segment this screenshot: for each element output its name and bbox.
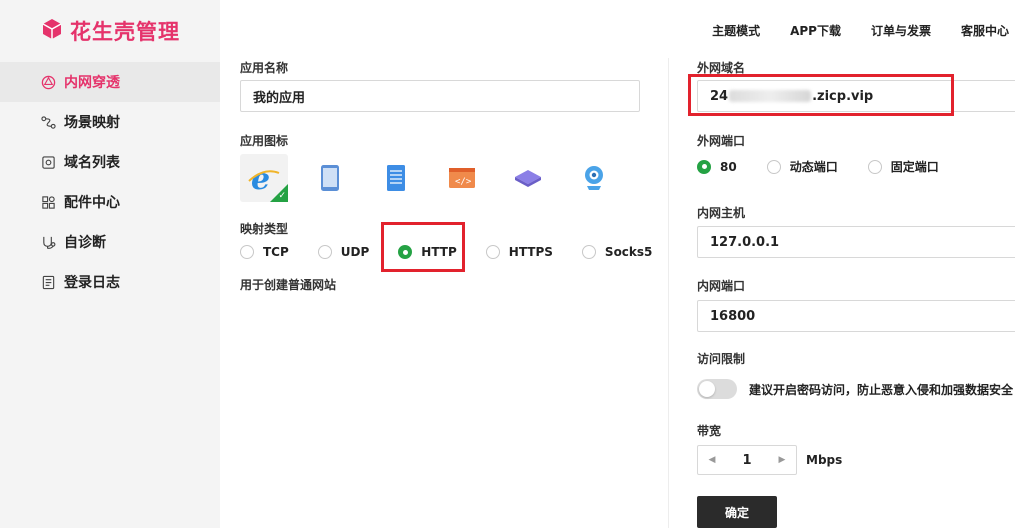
- bandwidth-stepper: ◀ 1 ▶: [697, 445, 797, 475]
- sidebar-item-label: 自诊断: [64, 235, 106, 251]
- mapping-type-https[interactable]: HTTPS: [485, 245, 553, 259]
- top-links: 主题模式 APP下载 订单与发票 客服中心: [712, 22, 1009, 39]
- external-port-group: 80 动态端口 固定端口: [697, 158, 939, 175]
- domain-list-icon: [40, 154, 56, 170]
- orders-invoices-link[interactable]: 订单与发票: [871, 22, 931, 39]
- ie-icon[interactable]: e ✓: [240, 154, 288, 202]
- radio-label: 固定端口: [890, 160, 939, 174]
- mapping-type-hint: 用于创建普通网站: [240, 278, 337, 292]
- log-icon: [40, 274, 56, 290]
- radio-dynamic[interactable]: [766, 159, 781, 174]
- domain-highlight-box: [688, 74, 954, 116]
- check-icon: ✓: [278, 191, 286, 201]
- mapping-type-socks5[interactable]: Socks5: [581, 245, 653, 259]
- server-icon[interactable]: [372, 154, 420, 202]
- sidebar-item-diagnose[interactable]: 自诊断: [0, 222, 220, 262]
- sidebar-nav: 内网穿透 场景映射 域名列表 配件中心 自诊断 登录日志: [0, 62, 220, 302]
- http-highlight-box: [381, 222, 465, 272]
- router-icon[interactable]: [504, 154, 552, 202]
- external-port-fixed[interactable]: 固定端口: [867, 158, 939, 175]
- app-name-input[interactable]: 我的应用: [240, 80, 640, 112]
- mapping-type-udp[interactable]: UDP: [317, 245, 370, 259]
- sidebar: 花生壳管理 内网穿透 场景映射 域名列表 配件中心 自诊断 登录日志: [0, 0, 220, 528]
- app-download-link[interactable]: APP下载: [790, 22, 841, 39]
- bandwidth-row: ◀ 1 ▶ Mbps: [697, 445, 842, 475]
- radio-label: 80: [720, 159, 737, 174]
- radio-udp[interactable]: [317, 245, 332, 259]
- external-port-dynamic[interactable]: 动态端口: [766, 158, 838, 175]
- external-port-80[interactable]: 80: [697, 159, 737, 174]
- sidebar-item-label: 域名列表: [64, 155, 120, 171]
- radio-label: UDP: [340, 245, 370, 259]
- sidebar-item-domain-list[interactable]: 域名列表: [0, 142, 220, 182]
- app-icon-picker: e ✓ </>: [240, 154, 636, 202]
- radio-label: HTTPS: [508, 245, 553, 259]
- tablet-icon[interactable]: [306, 154, 354, 202]
- radio-80[interactable]: [697, 159, 711, 174]
- app-icon-label: 应用图标: [240, 134, 289, 148]
- internal-host-input[interactable]: 127.0.0.1: [697, 226, 1015, 258]
- bandwidth-label: 带宽: [697, 424, 722, 438]
- sidebar-item-label: 配件中心: [64, 195, 120, 211]
- internal-port-input[interactable]: 16800: [697, 300, 1015, 332]
- internal-host-label: 内网主机: [697, 206, 746, 220]
- brand-name: 花生壳管理: [70, 20, 180, 44]
- radio-label: Socks5: [604, 245, 653, 259]
- sidebar-item-login-log[interactable]: 登录日志: [0, 262, 220, 302]
- code-window-icon[interactable]: </>: [438, 154, 486, 202]
- accessories-icon: [40, 194, 56, 210]
- diagnose-icon: [40, 234, 56, 250]
- customer-service-link[interactable]: 客服中心: [961, 22, 1009, 39]
- peanut-logo-icon: [40, 17, 64, 45]
- confirm-button[interactable]: 确定: [697, 496, 777, 528]
- radio-tcp[interactable]: [240, 245, 254, 259]
- column-divider: [668, 58, 669, 528]
- sidebar-item-scene-map[interactable]: 场景映射: [0, 102, 220, 142]
- sidebar-item-label: 内网穿透: [64, 75, 120, 91]
- decrement-icon[interactable]: ◀: [698, 455, 726, 465]
- radio-socks5[interactable]: [581, 245, 596, 259]
- sidebar-item-intranet[interactable]: 内网穿透: [0, 62, 220, 102]
- sidebar-item-label: 登录日志: [64, 275, 120, 291]
- theme-mode-link[interactable]: 主题模式: [712, 22, 760, 39]
- app-name-label: 应用名称: [240, 61, 289, 75]
- external-port-label: 外网端口: [697, 134, 746, 148]
- bandwidth-value[interactable]: 1: [726, 453, 768, 468]
- access-limit-hint: 建议开启密码访问，防止恶意入侵和加强数据安全: [749, 382, 1014, 397]
- mapping-type-tcp[interactable]: TCP: [240, 245, 289, 259]
- network-icon: [40, 74, 56, 90]
- scene-map-icon: [40, 114, 56, 130]
- radio-fixed[interactable]: [867, 159, 882, 174]
- svg-text:</>: </>: [455, 177, 472, 187]
- logo[interactable]: 花生壳管理: [40, 16, 180, 46]
- internal-port-label: 内网端口: [697, 279, 746, 293]
- radio-https[interactable]: [485, 245, 500, 259]
- access-limit-toggle[interactable]: [697, 379, 737, 399]
- svg-text:e: e: [251, 162, 270, 195]
- increment-icon[interactable]: ▶: [768, 455, 796, 465]
- sidebar-item-label: 场景映射: [64, 115, 120, 131]
- radio-label: 动态端口: [789, 160, 838, 174]
- radio-label: TCP: [263, 245, 289, 259]
- access-limit-row: 建议开启密码访问，防止恶意入侵和加强数据安全: [697, 379, 1013, 399]
- access-limit-label: 访问限制: [697, 352, 746, 366]
- webcam-icon[interactable]: [570, 154, 618, 202]
- top-bar: 主题模式 APP下载 订单与发票 客服中心: [220, 0, 1015, 58]
- sidebar-item-accessories[interactable]: 配件中心: [0, 182, 220, 222]
- mapping-type-label: 映射类型: [240, 222, 289, 236]
- bandwidth-unit: Mbps: [806, 453, 843, 467]
